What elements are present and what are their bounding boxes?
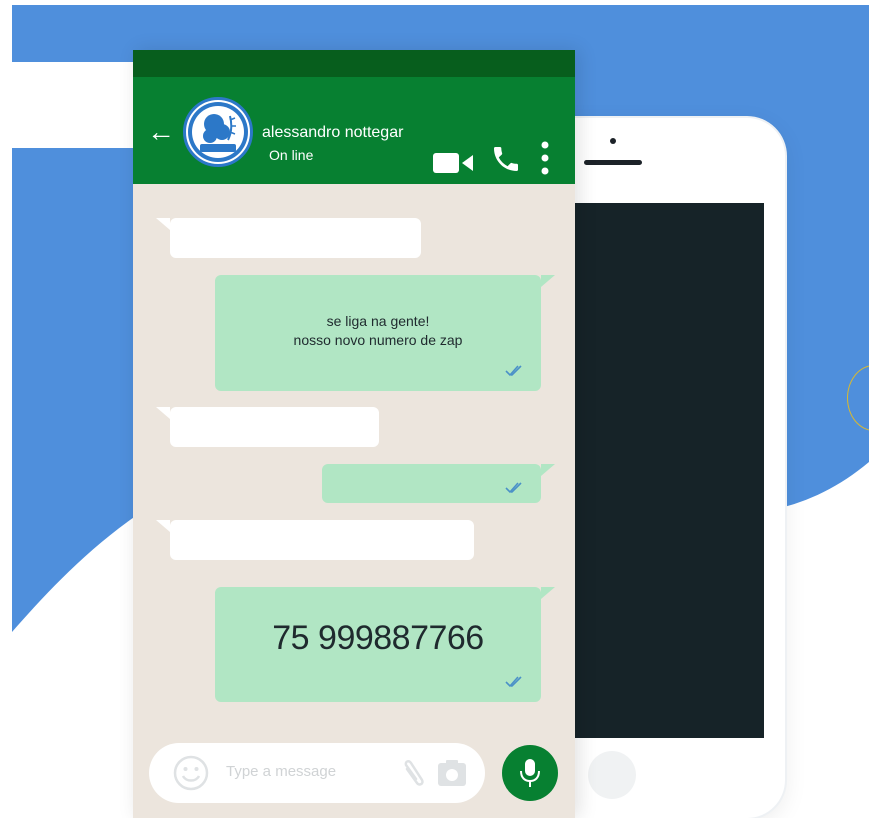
- phone-camera-dot: [610, 138, 616, 144]
- camera-icon[interactable]: [437, 759, 467, 787]
- chat-window: ← alessandro nottegar On line se liga na…: [133, 50, 575, 818]
- bubble-tail: [156, 520, 170, 532]
- outgoing-message[interactable]: [322, 464, 555, 503]
- microphone-icon: [520, 759, 540, 787]
- message-line: nosso novo numero de zap: [293, 332, 463, 348]
- outgoing-message[interactable]: 75 999887766: [215, 587, 555, 702]
- avatar-logo-icon: [188, 102, 248, 162]
- bubble-tail: [541, 275, 555, 287]
- double-check-icon: [505, 365, 522, 377]
- bubble-tail: [541, 464, 555, 476]
- white-banner-block: [12, 62, 137, 148]
- emoji-icon[interactable]: [173, 755, 209, 791]
- phone-home-button: [588, 751, 636, 799]
- incoming-message[interactable]: [156, 218, 421, 258]
- avatar[interactable]: [183, 97, 253, 167]
- microphone-button[interactable]: [502, 745, 558, 801]
- phone-number-text: 75 999887766: [272, 619, 484, 657]
- double-check-icon: [505, 482, 522, 494]
- bubble-tail: [541, 587, 555, 599]
- message-text: se liga na gente! nosso novo numero de z…: [215, 312, 541, 350]
- incoming-message[interactable]: [156, 407, 379, 447]
- phone-call-icon[interactable]: [490, 143, 522, 175]
- back-arrow-icon[interactable]: ←: [147, 118, 175, 146]
- phone-screen: [568, 203, 764, 738]
- contact-name[interactable]: alessandro nottegar: [262, 124, 403, 142]
- double-check-icon: [505, 676, 522, 688]
- bubble-tail: [156, 407, 170, 419]
- message-input-placeholder[interactable]: Type a message: [226, 763, 336, 780]
- phone-speaker: [584, 160, 642, 165]
- status-bar: [133, 50, 575, 77]
- outgoing-message[interactable]: se liga na gente! nosso novo numero de z…: [215, 275, 555, 391]
- paperclip-icon[interactable]: [401, 757, 427, 787]
- incoming-message[interactable]: [156, 520, 474, 560]
- chat-header: ← alessandro nottegar On line: [133, 77, 575, 184]
- message-input-bar[interactable]: Type a message: [149, 743, 485, 803]
- video-call-icon[interactable]: [433, 152, 475, 174]
- contact-status: On line: [269, 147, 314, 163]
- more-menu-icon[interactable]: [541, 141, 549, 175]
- message-line: se liga na gente!: [326, 313, 430, 329]
- bubble-tail: [156, 218, 170, 230]
